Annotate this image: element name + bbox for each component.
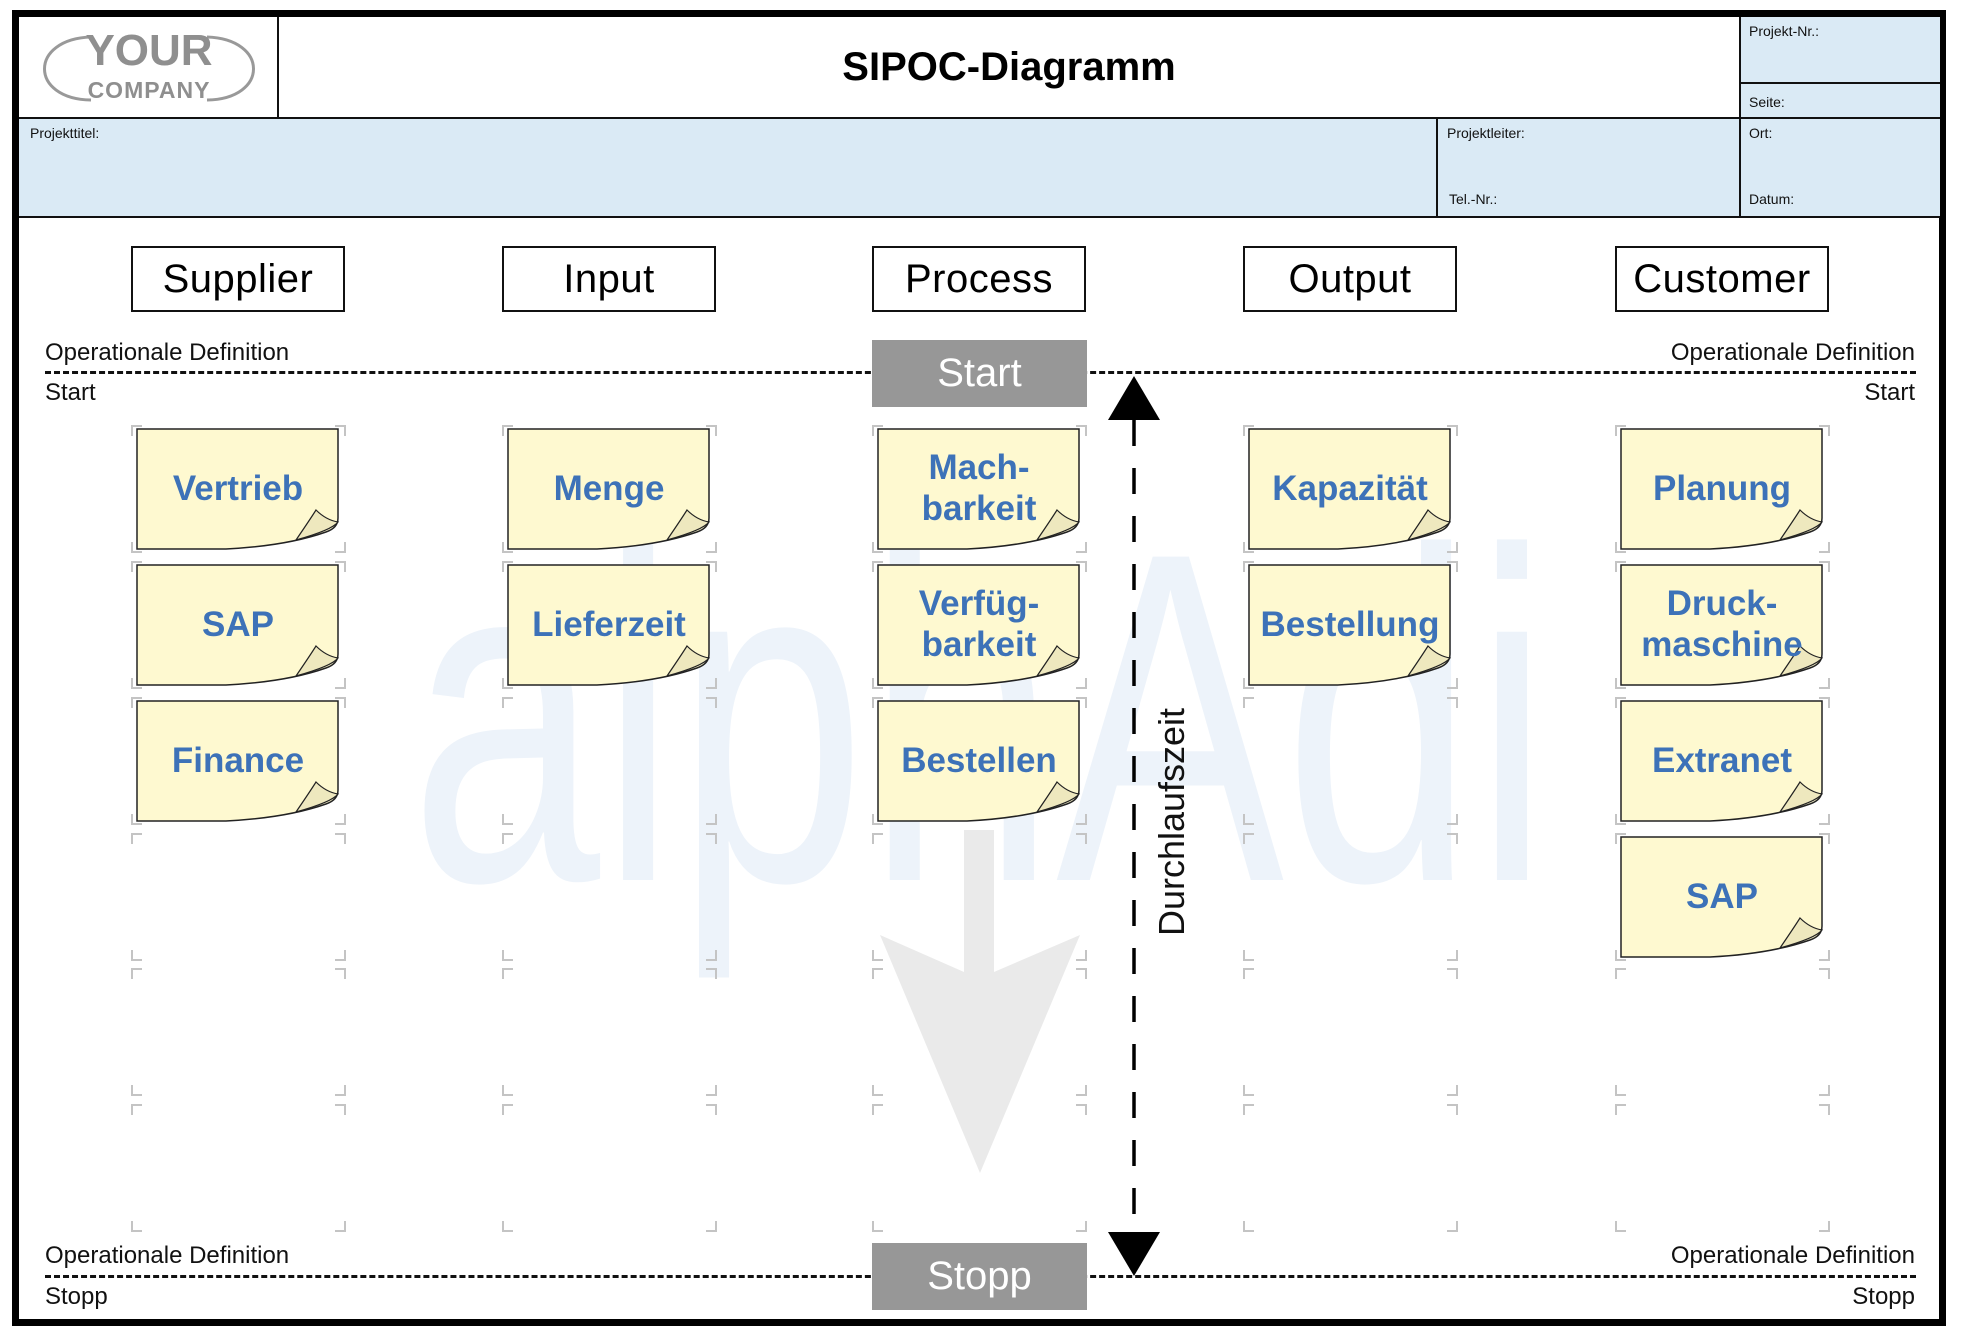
cycle-time-label: Durchlaufszeit bbox=[1151, 707, 1192, 937]
cycle-time-arrow-icon bbox=[1108, 376, 1160, 1276]
